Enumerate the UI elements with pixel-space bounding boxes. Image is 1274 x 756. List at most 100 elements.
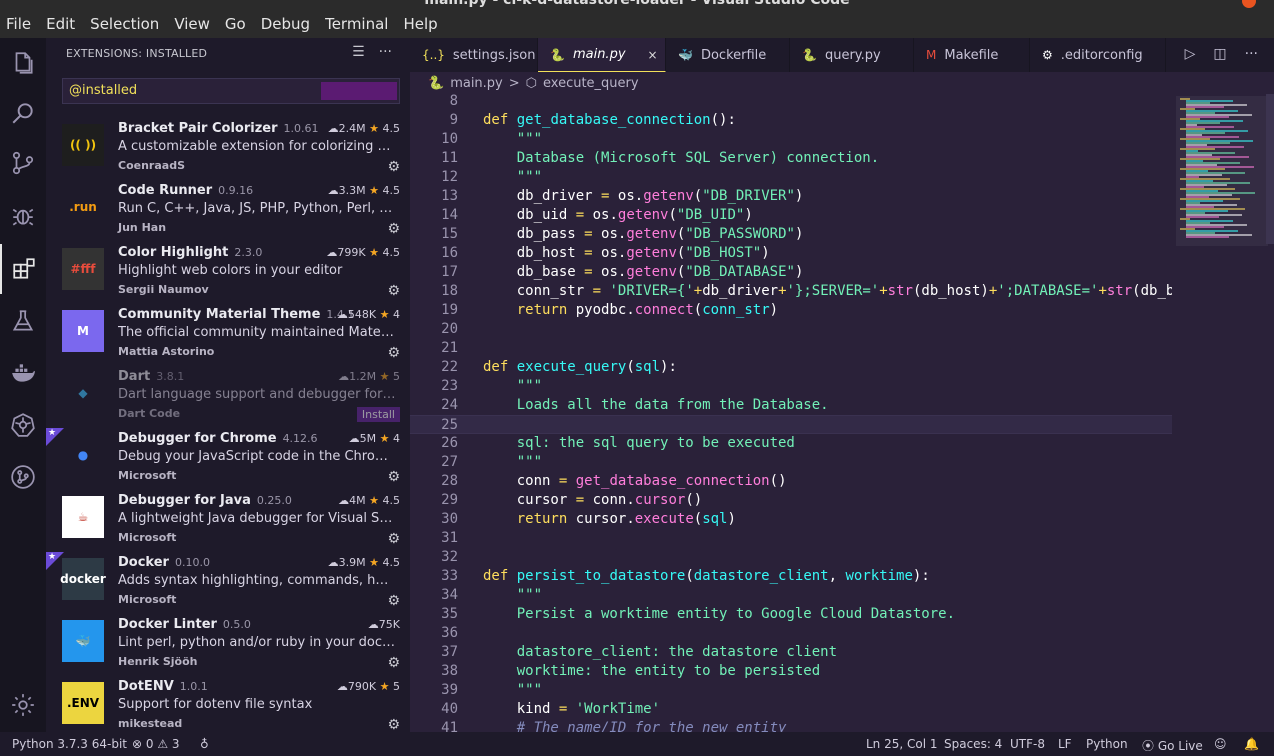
kubernetes-icon[interactable]	[0, 400, 46, 450]
code-line[interactable]: 29 cursor = conn.cursor()	[410, 491, 1172, 510]
minimap[interactable]	[1172, 94, 1274, 732]
feedback-icon[interactable]: ☺	[1214, 737, 1227, 751]
code-line[interactable]: 40 kind = 'WorkTime'	[410, 700, 1172, 719]
code-line[interactable]: 9 def get_database_connection():	[410, 111, 1172, 130]
extension-item[interactable]: ☕ Debugger for Java 0.25.0 ☁4M ★ 4.5 A light…	[46, 490, 410, 552]
breadcrumb-file[interactable]: main.py	[450, 76, 503, 91]
search-icon[interactable]	[0, 88, 46, 138]
code-line[interactable]: 30 return cursor.execute(sql)	[410, 510, 1172, 529]
menu-edit[interactable]: Edit	[46, 15, 75, 33]
code-editor[interactable]: 8 9 def get_database_connection(): 10 """ 11…	[410, 94, 1172, 732]
breadcrumb-symbol[interactable]: execute_query	[543, 76, 639, 91]
extensions-icon[interactable]	[0, 244, 46, 294]
cursor-position[interactable]: Ln 25, Col 1	[866, 737, 938, 751]
code-line[interactable]: 8	[410, 94, 1172, 111]
python-interpreter[interactable]: Python 3.7.3 64-bit	[12, 737, 127, 751]
indentation[interactable]: Spaces: 4	[944, 737, 1002, 751]
extensions-search-input[interactable]: @installed	[62, 78, 400, 104]
source-control-icon[interactable]	[0, 138, 46, 188]
tab-editorconfig[interactable]: ⚙ .editorconfig	[1030, 38, 1166, 72]
tab-dockerfile[interactable]: 🐳 Dockerfile	[666, 38, 790, 72]
code-line[interactable]: 11 Database (Microsoft SQL Server) conne…	[410, 149, 1172, 168]
problems-indicator[interactable]: ⊗ 0 ⚠ 3	[132, 737, 180, 751]
more-actions-icon[interactable]: ···	[379, 44, 392, 60]
flask-icon[interactable]	[0, 296, 46, 346]
code-line[interactable]: 33 def persist_to_datastore(datastore_cli…	[410, 567, 1172, 586]
encoding[interactable]: UTF-8	[1010, 737, 1045, 751]
manage-gear-icon[interactable]: ⚙	[387, 655, 400, 671]
code-line[interactable]: 25	[410, 415, 1172, 434]
code-line[interactable]: 15 db_pass = os.getenv("DB_PASSWORD")	[410, 225, 1172, 244]
more-icon[interactable]: ···	[1245, 46, 1258, 62]
extension-item[interactable]: M Community Material Theme 1.4.1 ☁548K ★ 4 T…	[46, 304, 410, 366]
code-line[interactable]: 12 """	[410, 168, 1172, 187]
code-line[interactable]: 41 # The name/ID for the new entity	[410, 719, 1172, 732]
code-line[interactable]: 34 """	[410, 586, 1172, 605]
code-line[interactable]: 37 datastore_client: the datastore clien…	[410, 643, 1172, 662]
menu-go[interactable]: Go	[225, 15, 246, 33]
code-line[interactable]: 38 worktime: the entity to be persisted	[410, 662, 1172, 681]
code-line[interactable]: 17 db_base = os.getenv("DB_DATABASE")	[410, 263, 1172, 282]
split-editor-icon[interactable]: ◫	[1213, 46, 1226, 62]
tab-querypy[interactable]: 🐍 query.py	[790, 38, 914, 72]
code-line[interactable]: 14 db_uid = os.getenv("DB_UID")	[410, 206, 1172, 225]
menu-file[interactable]: File	[6, 15, 31, 33]
debug-icon[interactable]	[0, 190, 46, 240]
menu-help[interactable]: Help	[403, 15, 437, 33]
language-mode[interactable]: Python	[1086, 737, 1128, 751]
menu-terminal[interactable]: Terminal	[325, 15, 388, 33]
extension-item[interactable]: ★ docker Docker 0.10.0 ☁3.9M ★ 4.5 Adds synta…	[46, 552, 410, 614]
extension-item[interactable]: #fff Color Highlight 2.3.0 ☁799K ★ 4.5 Highl…	[46, 242, 410, 304]
code-line[interactable]: 24 Loads all the data from the Database.	[410, 396, 1172, 415]
code-line[interactable]: 18 conn_str = 'DRIVER={'+db_driver+'};SE…	[410, 282, 1172, 301]
run-icon[interactable]: ▷	[1185, 46, 1196, 62]
code-line[interactable]: 19 return pyodbc.connect(conn_str)	[410, 301, 1172, 320]
extension-item[interactable]: ★ ● Debugger for Chrome 4.12.6 ☁5M ★ 4 Debug …	[46, 428, 410, 490]
git-graph-icon[interactable]	[0, 452, 46, 502]
extension-item[interactable]: .run Code Runner 0.9.16 ☁3.3M ★ 4.5 Run C, C…	[46, 180, 410, 242]
code-line[interactable]: 26 sql: the sql query to be executed	[410, 434, 1172, 453]
code-line[interactable]: 16 db_host = os.getenv("DB_HOST")	[410, 244, 1172, 263]
code-line[interactable]: 21	[410, 339, 1172, 358]
clear-extensions-icon[interactable]: ☰	[352, 44, 365, 60]
extension-item[interactable]: .ENV DotENV 1.0.1 ☁790K ★ 5 Support for dote…	[46, 676, 410, 738]
files-icon[interactable]	[0, 38, 46, 88]
menu-selection[interactable]: Selection	[90, 15, 159, 33]
docker-icon[interactable]	[0, 348, 46, 398]
code-line[interactable]: 31	[410, 529, 1172, 548]
tab-mainpy[interactable]: 🐍 main.py ×	[538, 38, 666, 72]
go-live-button[interactable]: ⦿ Go Live	[1142, 737, 1203, 754]
menu-debug[interactable]: Debug	[261, 15, 310, 33]
manage-gear-icon[interactable]: ⚙	[387, 531, 400, 547]
code-line[interactable]: 39 """	[410, 681, 1172, 700]
editor-scrollbar[interactable]	[1266, 94, 1274, 244]
menu-view[interactable]: View	[174, 15, 210, 33]
install-button[interactable]: Install	[356, 407, 400, 422]
code-line[interactable]: 13 db_driver = os.getenv("DB_DRIVER")	[410, 187, 1172, 206]
extension-item[interactable]: ◆ Dart 3.8.1 ☁1.2M ★ 5 Dart language support…	[46, 366, 410, 428]
code-line[interactable]: 10 """	[410, 130, 1172, 149]
code-line[interactable]: 23 """	[410, 377, 1172, 396]
manage-gear-icon[interactable]: ⚙	[387, 345, 400, 361]
code-line[interactable]: 22 def execute_query(sql):	[410, 358, 1172, 377]
code-line[interactable]: 20	[410, 320, 1172, 339]
extension-item[interactable]: 🐳 Docker Linter 0.5.0 ☁75K Lint perl, python…	[46, 614, 410, 676]
manage-gear-icon[interactable]: ⚙	[387, 469, 400, 485]
code-line[interactable]: 32	[410, 548, 1172, 567]
settings-gear-icon[interactable]	[0, 680, 46, 730]
code-line[interactable]: 27 """	[410, 453, 1172, 472]
manage-gear-icon[interactable]: ⚙	[387, 221, 400, 237]
manage-gear-icon[interactable]: ⚙	[387, 717, 400, 733]
tab-makefile[interactable]: M Makefile	[914, 38, 1030, 72]
manage-gear-icon[interactable]: ⚙	[387, 593, 400, 609]
code-line[interactable]: 35 Persist a worktime entity to Google C…	[410, 605, 1172, 624]
notifications-icon[interactable]: 🔔	[1244, 737, 1259, 751]
tab-settingsjson[interactable]: {..} settings.json	[410, 38, 538, 72]
close-tab-icon[interactable]: ×	[648, 48, 658, 62]
end-of-line[interactable]: LF	[1058, 737, 1072, 751]
extension-item[interactable]: (( )) Bracket Pair Colorizer 1.0.61 ☁2.4M ★…	[46, 118, 410, 180]
manage-gear-icon[interactable]: ⚙	[387, 159, 400, 175]
code-line[interactable]: 28 conn = get_database_connection()	[410, 472, 1172, 491]
manage-gear-icon[interactable]: ⚙	[387, 283, 400, 299]
code-line[interactable]: 36	[410, 624, 1172, 643]
